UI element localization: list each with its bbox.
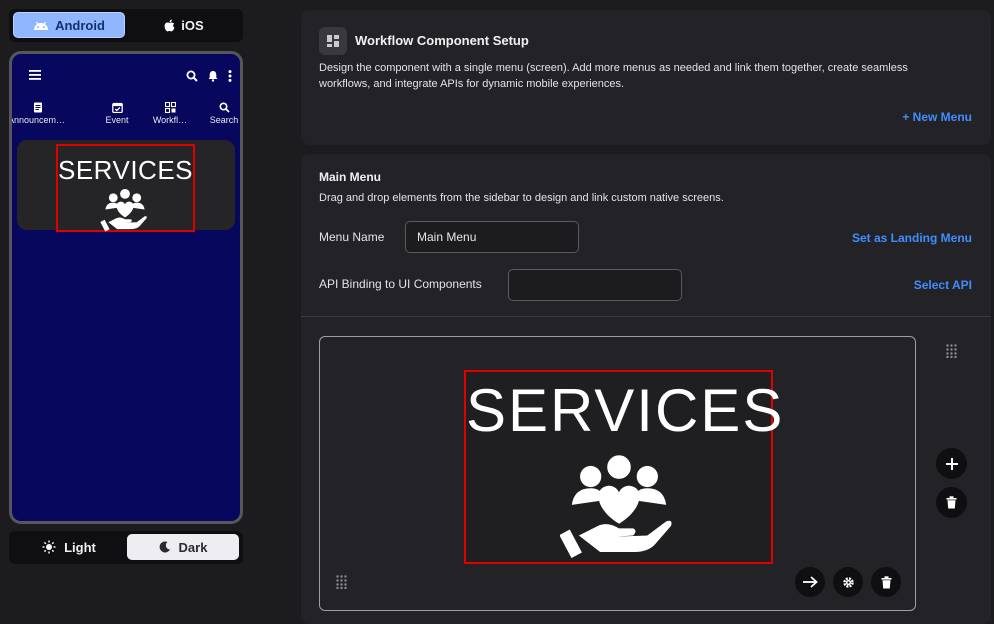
main-menu-panel: Main Menu Drag and drop elements from th… — [301, 154, 991, 624]
selected-services-element[interactable]: SERVICES — [464, 370, 785, 564]
apple-icon — [164, 19, 175, 31]
care-community-icon — [560, 455, 672, 558]
gear-icon — [842, 576, 854, 588]
tab-announcement[interactable]: Announceme… — [9, 102, 68, 125]
more-vertical-icon[interactable] — [228, 70, 232, 82]
services-title: SERVICES — [58, 155, 194, 185]
component-icon — [319, 27, 347, 55]
drag-handle-icon[interactable] — [336, 575, 347, 589]
tab-event[interactable]: Event — [87, 102, 147, 125]
menu-name-value: Main Menu — [417, 230, 477, 244]
bell-icon[interactable] — [207, 70, 219, 82]
drag-handle-icon[interactable] — [946, 344, 957, 358]
menu-name-label: Menu Name — [319, 230, 385, 244]
tab-announcement-label: Announceme… — [9, 115, 68, 125]
tab-workflow[interactable]: Workfl… — [142, 102, 198, 125]
tab-search[interactable]: Search — [201, 102, 240, 125]
workflow-setup-panel: Workflow Component Setup Design the comp… — [301, 10, 991, 145]
android-icon — [34, 21, 49, 30]
tab-event-label: Event — [105, 115, 129, 125]
select-api-button[interactable]: Select API — [914, 278, 972, 292]
calendar-icon — [111, 102, 123, 113]
selected-element-highlight[interactable]: SERVICES — [56, 144, 195, 232]
ios-label: iOS — [181, 17, 204, 33]
app-tab-bar: Announceme… Event Workfl… Search — [12, 102, 240, 132]
announcement-icon — [34, 102, 42, 113]
moon-icon — [159, 541, 170, 553]
light-label: Light — [64, 539, 96, 555]
set-landing-menu-button[interactable]: Set as Landing Menu — [852, 231, 972, 245]
dark-theme-tab[interactable]: Dark — [127, 534, 239, 560]
platform-toggle: Android iOS — [9, 9, 243, 42]
services-element-title: SERVICES — [466, 377, 785, 444]
element-settings-button[interactable] — [833, 567, 863, 597]
search-icon[interactable] — [186, 70, 198, 82]
api-binding-input[interactable] — [508, 269, 682, 301]
hamburger-menu-icon[interactable] — [29, 70, 41, 80]
ios-tab[interactable]: iOS — [129, 12, 239, 38]
link-arrow-button[interactable] — [795, 567, 825, 597]
light-theme-tab[interactable]: Light — [13, 534, 125, 560]
phone-preview: Announceme… Event Workfl… Search SERVICE… — [9, 51, 243, 524]
workflow-icon — [164, 102, 176, 113]
delete-element-button[interactable] — [871, 567, 901, 597]
android-label: Android — [55, 17, 105, 33]
delete-menu-button[interactable] — [936, 487, 967, 518]
sun-icon — [42, 540, 56, 554]
dark-label: Dark — [178, 539, 208, 555]
arrow-right-icon — [803, 576, 818, 588]
plus-icon — [945, 457, 958, 470]
setup-title: Workflow Component Setup — [355, 33, 529, 48]
main-menu-description: Drag and drop elements from the sidebar … — [319, 192, 724, 204]
main-menu-title: Main Menu — [319, 170, 381, 184]
setup-description: Design the component with a single menu … — [319, 62, 908, 90]
trash-icon — [881, 575, 891, 588]
add-element-button[interactable] — [936, 448, 967, 479]
tab-workflow-label: Workfl… — [152, 115, 188, 125]
trash-icon — [946, 496, 957, 509]
api-binding-label: API Binding to UI Components — [319, 277, 482, 291]
menu-name-input[interactable]: Main Menu — [405, 221, 579, 253]
care-community-icon — [100, 188, 147, 232]
search-icon — [218, 102, 230, 113]
design-canvas[interactable]: SERVICES — [319, 336, 916, 611]
theme-toggle: Light Dark — [9, 531, 243, 564]
app-top-bar — [12, 54, 240, 96]
android-tab[interactable]: Android — [13, 12, 125, 38]
tab-search-label: Search — [209, 115, 239, 125]
new-menu-button[interactable]: + New Menu — [902, 110, 972, 124]
section-divider — [301, 316, 991, 317]
